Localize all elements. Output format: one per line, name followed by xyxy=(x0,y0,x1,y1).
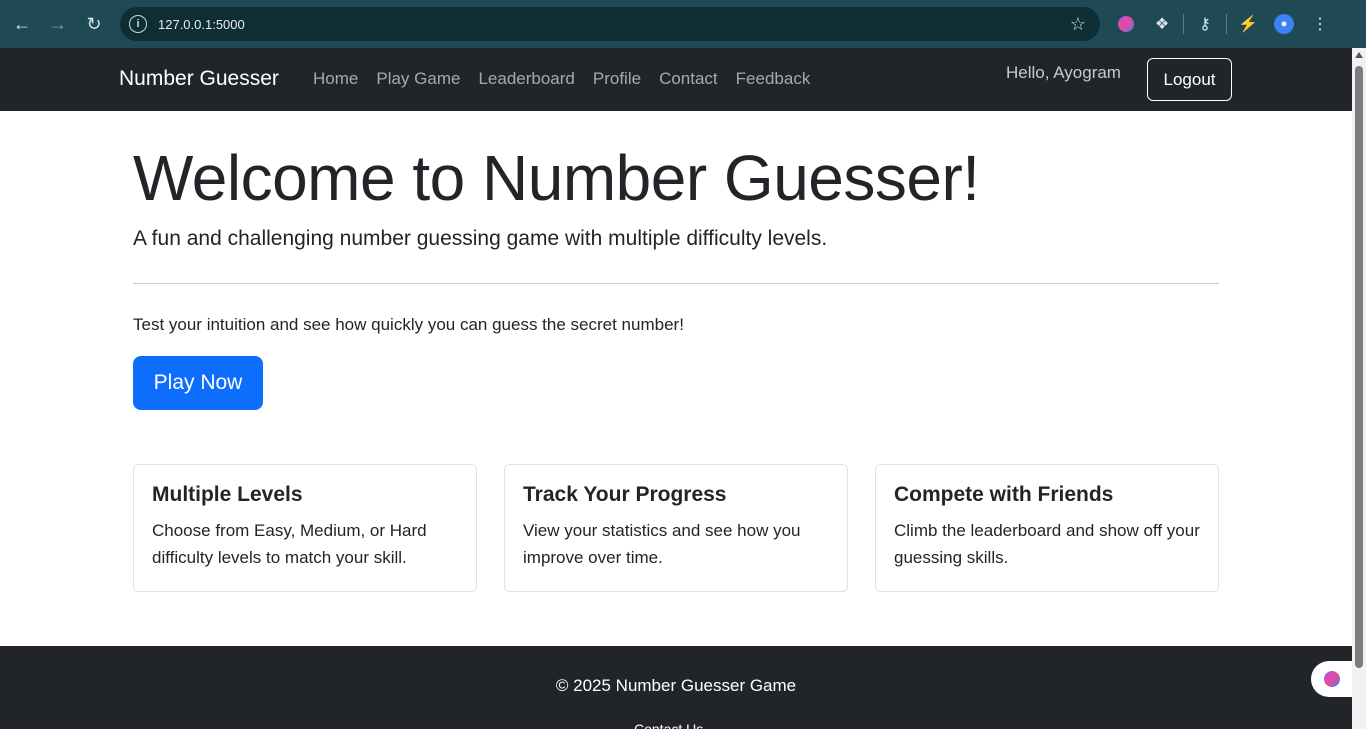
site-navbar: Number Guesser Home Play Game Leaderboar… xyxy=(0,48,1352,111)
card-title: Multiple Levels xyxy=(152,483,303,506)
scroll-up-arrow-icon[interactable] xyxy=(1355,52,1363,58)
back-icon[interactable]: ← xyxy=(4,6,40,42)
feature-card-progress: Track Your Progress View your statistics… xyxy=(504,464,848,592)
nav-link-play-game[interactable]: Play Game xyxy=(376,69,460,89)
logout-button[interactable]: Logout xyxy=(1147,58,1232,101)
nav-links: Home Play Game Leaderboard Profile Conta… xyxy=(313,69,828,89)
reload-icon[interactable]: ↻ xyxy=(76,6,112,42)
forward-icon[interactable]: → xyxy=(40,6,76,42)
nav-link-profile[interactable]: Profile xyxy=(593,69,641,89)
brand-logo[interactable]: Number Guesser xyxy=(119,67,279,91)
divider xyxy=(133,283,1219,284)
extension-brain-icon[interactable] xyxy=(1108,6,1144,42)
toolbar-divider xyxy=(1183,14,1184,34)
profile-avatar-icon[interactable]: ● xyxy=(1266,6,1302,42)
card-text: Choose from Easy, Medium, or Hard diffic… xyxy=(152,521,427,567)
browser-toolbar: ← → ↻ i 127.0.0.1:5000 ☆ ❖ ⚷ ⚡ ● ⋮ xyxy=(0,0,1366,48)
performance-icon[interactable]: ⚡ xyxy=(1230,6,1266,42)
page-scrollbar[interactable] xyxy=(1352,48,1366,729)
feature-card-levels: Multiple Levels Choose from Easy, Medium… xyxy=(133,464,477,592)
password-key-icon[interactable]: ⚷ xyxy=(1187,6,1223,42)
card-text: Climb the leaderboard and show off your … xyxy=(894,521,1200,567)
footer-contact-link[interactable]: Contact Us xyxy=(634,721,703,729)
feature-card-compete: Compete with Friends Climb the leaderboa… xyxy=(875,464,1219,592)
menu-kebab-icon[interactable]: ⋮ xyxy=(1302,6,1338,42)
extensions-puzzle-icon[interactable]: ❖ xyxy=(1144,6,1180,42)
nav-link-home[interactable]: Home xyxy=(313,69,358,89)
bookmark-star-icon[interactable]: ☆ xyxy=(1070,14,1086,35)
user-greeting: Hello, Ayogram xyxy=(1006,63,1121,82)
card-title: Track Your Progress xyxy=(523,483,727,506)
footer-copyright: © 2025 Number Guesser Game xyxy=(555,676,797,695)
site-footer: © 2025 Number Guesser Game Contact Us xyxy=(0,646,1352,729)
card-text: View your statistics and see how you imp… xyxy=(523,521,801,567)
nav-link-contact[interactable]: Contact xyxy=(659,69,718,89)
nav-link-leaderboard[interactable]: Leaderboard xyxy=(478,69,574,89)
toolbar-divider xyxy=(1226,14,1227,34)
floating-brain-icon[interactable] xyxy=(1311,661,1352,697)
play-now-button[interactable]: Play Now xyxy=(133,356,263,410)
site-info-icon[interactable]: i xyxy=(129,15,147,33)
page-title: Welcome to Number Guesser! xyxy=(133,142,980,214)
hero-lead: A fun and challenging number guessing ga… xyxy=(133,227,828,250)
scrollbar-thumb[interactable] xyxy=(1355,66,1363,668)
address-bar[interactable]: i 127.0.0.1:5000 ☆ xyxy=(120,7,1100,41)
card-title: Compete with Friends xyxy=(894,483,1114,506)
intro-text: Test your intuition and see how quickly … xyxy=(133,315,684,334)
url-text[interactable]: 127.0.0.1:5000 xyxy=(158,17,245,32)
nav-link-feedback[interactable]: Feedback xyxy=(736,69,811,89)
